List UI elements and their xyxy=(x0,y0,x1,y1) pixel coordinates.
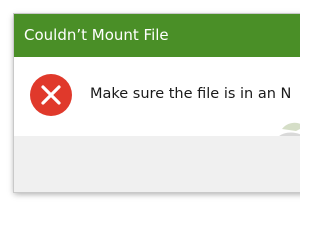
dialog-title-bar[interactable]: Couldn’t Mount File xyxy=(14,14,300,57)
error-x-icon xyxy=(29,73,73,117)
dialog-title: Couldn’t Mount File xyxy=(24,26,169,44)
dialog-body: Make sure the file is in an N xyxy=(14,57,300,177)
dialog-message: Make sure the file is in an N xyxy=(90,86,292,102)
mount-error-dialog: Couldn’t Mount File Make sure the file i… xyxy=(14,14,300,192)
screen: Couldn’t Mount File Make sure the file i… xyxy=(0,0,300,210)
dialog-footer xyxy=(14,136,300,192)
